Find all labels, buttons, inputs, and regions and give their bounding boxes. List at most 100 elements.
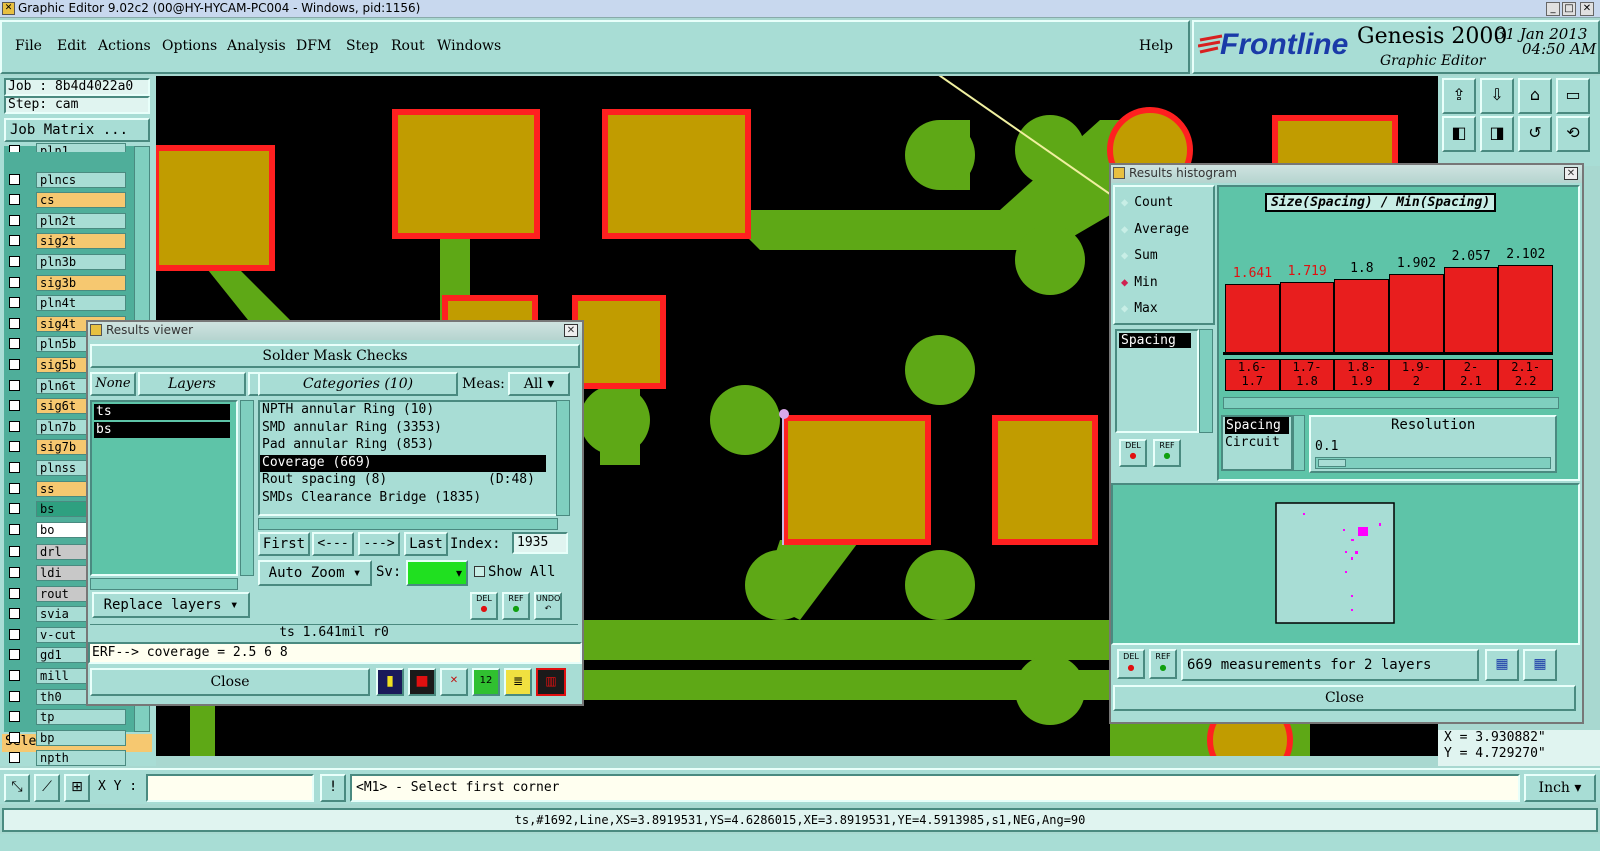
unit-select[interactable]: Inch ▾	[1524, 774, 1596, 802]
hist-del-button[interactable]: DEL ●	[1119, 439, 1147, 467]
layer-checkbox[interactable]	[9, 379, 20, 391]
histogram-bar[interactable]	[1443, 267, 1499, 352]
layer-checkbox[interactable]	[9, 194, 20, 206]
last-button[interactable]: Last	[404, 532, 448, 556]
menu-windows[interactable]: Windows	[437, 38, 501, 54]
layer-row[interactable]: pln4t	[6, 294, 128, 312]
layer-checkbox[interactable]	[9, 731, 20, 743]
list-item[interactable]: NPTH annular Ring (10)	[260, 402, 556, 420]
close-icon[interactable]: ✕	[564, 324, 578, 337]
histogram-icon[interactable]: ▥	[536, 668, 566, 696]
stat-option-average[interactable]: ◆ Average	[1121, 222, 1189, 240]
list-item-spacing[interactable]: Spacing	[1225, 417, 1289, 434]
layer-checkbox[interactable]	[9, 567, 20, 578]
categories-button[interactable]: Categories (10)	[258, 372, 458, 396]
layer-checkbox[interactable]	[9, 235, 20, 247]
hist-ref-button[interactable]: REF ●	[1153, 439, 1181, 467]
auto-zoom-select[interactable]: Auto Zoom ▾	[258, 560, 372, 586]
import-histogram-icon[interactable]: ▦	[1523, 649, 1557, 681]
layer-name[interactable]: pln4t	[36, 295, 126, 312]
menu-step[interactable]: Step	[346, 38, 378, 54]
stat-option-sum[interactable]: ◆ Sum	[1121, 248, 1158, 266]
list-item-circuit[interactable]: Circuit	[1225, 434, 1291, 451]
layer-row[interactable]: pln3b	[6, 253, 128, 271]
layer-row[interactable]: bp	[6, 729, 128, 747]
histogram-bar[interactable]	[1279, 281, 1335, 352]
xy-input[interactable]	[146, 774, 314, 802]
layer-checkbox[interactable]	[9, 276, 20, 288]
category-list-vscroll[interactable]	[556, 400, 570, 516]
undo-button[interactable]: UNDO ↶	[534, 592, 562, 620]
histogram-bar[interactable]	[1225, 283, 1280, 352]
menu-dfm[interactable]: DFM	[296, 38, 331, 54]
import-icon[interactable]: ⇩	[1480, 78, 1514, 114]
layer-name[interactable]: sig2t	[36, 233, 126, 250]
layer-name[interactable]: pln2t	[36, 212, 126, 229]
layer-checkbox[interactable]	[9, 523, 20, 535]
layer-row[interactable]: pln1	[6, 142, 128, 152]
radio-icon[interactable]: ◆	[1121, 195, 1128, 209]
layer-list-hscroll[interactable]	[90, 578, 238, 590]
highlight-icon[interactable]: ▮	[376, 668, 404, 696]
pan-left-icon[interactable]: ◧	[1442, 116, 1476, 152]
grid-icon[interactable]: ⊞	[64, 774, 90, 802]
maximize-icon[interactable]: □	[1562, 2, 1576, 16]
layer-name[interactable]: plncs	[36, 171, 126, 188]
layer-checkbox[interactable]	[9, 441, 20, 453]
layer-checkbox[interactable]	[9, 256, 20, 267]
menu-actions[interactable]: Actions	[98, 38, 151, 54]
layer-checkbox[interactable]	[9, 608, 20, 620]
radio-icon[interactable]: ◆	[1121, 222, 1128, 236]
layer-checkbox[interactable]	[9, 462, 20, 473]
resolution-slider[interactable]	[1315, 457, 1551, 469]
del-button[interactable]: DEL ●	[470, 592, 498, 620]
radio-icon[interactable]: ◆	[1121, 301, 1128, 315]
layers-button[interactable]: Layers	[138, 372, 246, 396]
undo-view-icon[interactable]: ↺	[1518, 116, 1552, 152]
menu-edit[interactable]: Edit	[57, 38, 86, 54]
home-icon[interactable]: ⌂	[1518, 78, 1552, 114]
layer-checkbox[interactable]	[9, 297, 20, 309]
zoom-fit-icon[interactable]: ⤡	[4, 774, 30, 802]
layer-checkbox[interactable]	[9, 214, 20, 226]
close-button[interactable]: Close	[90, 668, 370, 696]
histogram-bar[interactable]	[1389, 274, 1444, 352]
minimize-icon[interactable]: _	[1546, 2, 1560, 16]
histogram-bar[interactable]	[1334, 278, 1389, 352]
layer-checkbox[interactable]	[9, 628, 20, 640]
stat-option-count[interactable]: ◆ Count	[1121, 195, 1173, 213]
list-item-selected[interactable]: Coverage (669)	[260, 454, 546, 472]
list-item[interactable]: SMDs Clearance Bridge (1835)	[260, 490, 556, 508]
layer-results-list[interactable]: ts bs	[90, 400, 238, 576]
stat-option-min[interactable]: ◆ Min	[1121, 275, 1158, 293]
list-item[interactable]: ts	[94, 404, 230, 420]
layer-checkbox[interactable]	[9, 649, 20, 661]
first-button[interactable]: First	[258, 532, 310, 556]
category-list-hscroll[interactable]	[258, 518, 558, 530]
layer-checkbox[interactable]	[9, 546, 20, 558]
layer-checkbox[interactable]	[9, 359, 20, 370]
alert-icon[interactable]: !	[320, 774, 346, 802]
menu-file[interactable]: File	[15, 38, 42, 54]
list-item[interactable]: Spacing	[1119, 333, 1191, 348]
layer-name[interactable]: tp	[36, 709, 126, 726]
layer-checkbox[interactable]	[9, 690, 20, 702]
ref-button[interactable]: REF ●	[502, 592, 530, 620]
spacing-circuit-list[interactable]: Spacing Circuit	[1221, 415, 1293, 471]
layer-row[interactable]: cs	[6, 191, 128, 209]
layer-checkbox[interactable]	[9, 420, 20, 432]
index-input[interactable]: 1935	[512, 532, 568, 554]
list-item[interactable]: Rout spacing (8) (D:48)	[260, 472, 556, 490]
radio-selected-icon[interactable]: ◆	[1121, 275, 1128, 289]
layer-checkbox[interactable]	[9, 173, 20, 185]
menu-options[interactable]: Options	[162, 38, 217, 54]
measure-icon[interactable]: ⟋	[34, 774, 60, 802]
category-list[interactable]: NPTH annular Ring (10) SMD annular Ring …	[258, 400, 558, 516]
menu-analysis[interactable]: Analysis	[227, 38, 286, 54]
spacing-list-scroll[interactable]	[1199, 329, 1213, 433]
layer-checkbox[interactable]	[9, 711, 20, 723]
layer-row[interactable]: sig3b	[6, 274, 128, 292]
window-icon[interactable]: ▭	[1556, 78, 1590, 114]
layer-checkbox[interactable]	[9, 587, 20, 599]
close-icon[interactable]: ✕	[1580, 2, 1594, 16]
